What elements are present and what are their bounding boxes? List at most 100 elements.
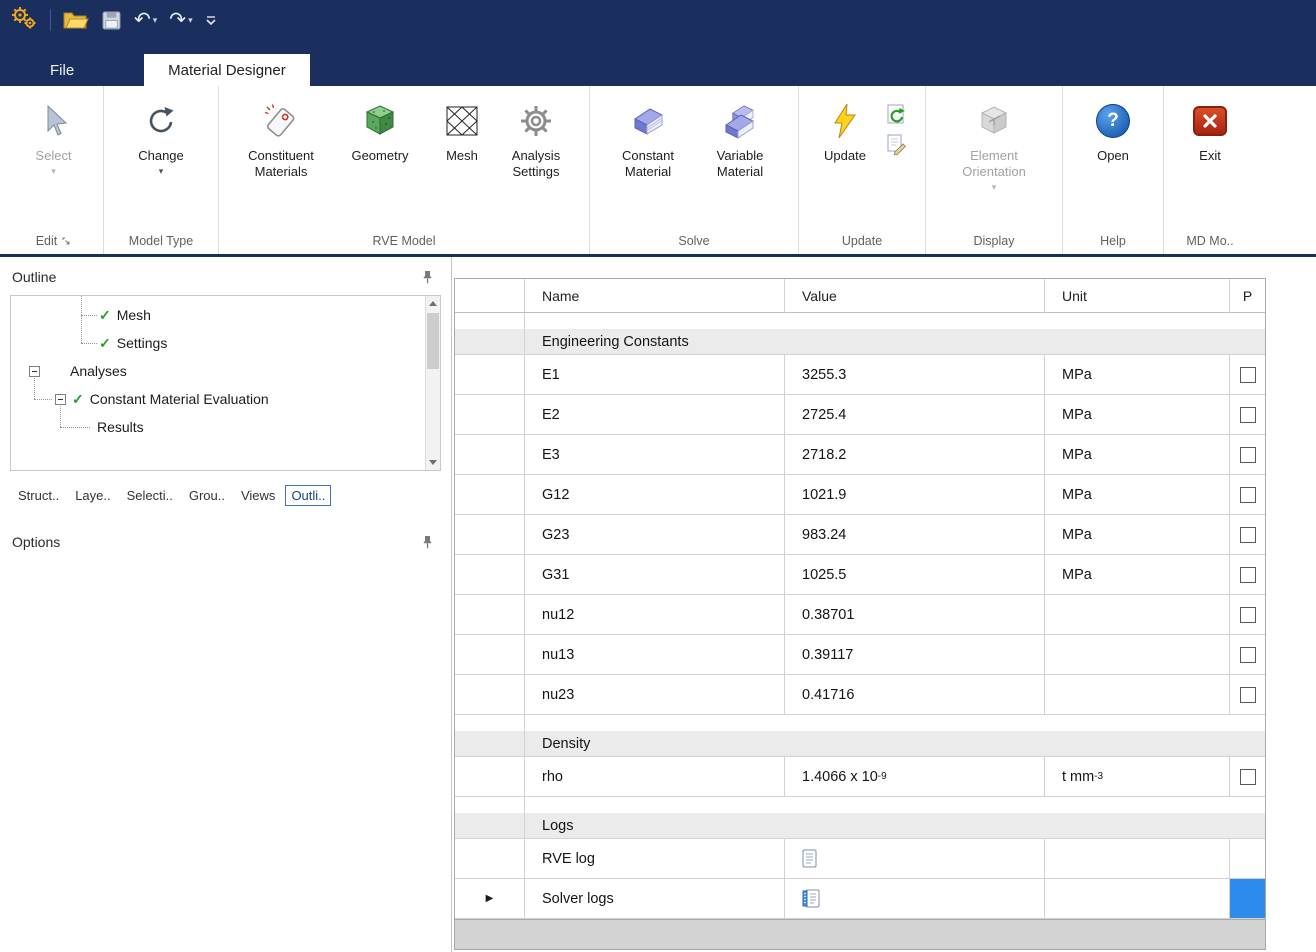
cell-value[interactable]: 0.41716 [785,675,1045,715]
undo-dropdown-caret-icon[interactable]: ▾ [153,15,158,26]
pin-icon[interactable] [422,535,433,549]
parameter-checkbox[interactable] [1240,567,1256,583]
tree-item-settings[interactable]: ✓ Settings [99,330,167,356]
parameter-checkbox[interactable] [1240,487,1256,503]
redo-dropdown-caret-icon[interactable]: ▾ [188,15,193,26]
cell-value[interactable]: 0.39117 [785,635,1045,675]
constituent-materials-button[interactable]: Constituent Materials [231,86,331,180]
mesh-button[interactable]: Mesh [429,86,495,164]
undo-button[interactable]: ↶ ▾ [134,10,157,30]
cell-unit[interactable] [1045,635,1230,675]
cell-value[interactable]: 0.38701 [785,595,1045,635]
parameter-checkbox[interactable] [1240,769,1256,785]
row-selector-cell-active[interactable]: ▶ [455,879,525,919]
cell-unit[interactable]: MPa [1045,555,1230,595]
tree-expander-minus-icon[interactable] [29,366,40,377]
row-selector-cell[interactable] [455,595,525,635]
edit-page-button[interactable] [884,132,908,156]
redo-button[interactable]: ↷ ▾ [169,10,192,30]
cell-value[interactable]: 2718.2 [785,435,1045,475]
parameter-checkbox[interactable] [1240,447,1256,463]
cell-value[interactable] [785,879,1045,919]
row-selector-cell[interactable] [455,839,525,879]
refresh-geometry-button[interactable] [884,102,908,126]
cell-name[interactable]: E2 [525,395,785,435]
parameter-checkbox[interactable] [1240,527,1256,543]
panel-tab-selection[interactable]: Selecti.. [121,485,179,506]
pin-icon[interactable] [422,270,433,284]
parameter-checkbox[interactable] [1240,647,1256,663]
tree-item-results[interactable]: Results [97,414,144,440]
cell-unit[interactable] [1045,839,1230,879]
scroll-up-button[interactable] [426,296,440,311]
tree-item-analyses[interactable]: Analyses [29,358,127,384]
cell-name[interactable]: Solver logs [525,879,785,919]
row-selector-cell[interactable] [455,675,525,715]
tab-file[interactable]: File [28,54,96,86]
scroll-down-button[interactable] [426,455,440,470]
cell-value[interactable] [785,839,1045,879]
dialog-launcher-icon[interactable] [62,237,71,246]
cell-unit[interactable] [1045,595,1230,635]
row-selector-cell[interactable] [455,515,525,555]
analysis-settings-button[interactable]: Analysis Settings [495,86,577,180]
exit-button[interactable]: Exit [1176,86,1244,164]
help-open-button[interactable]: ? Open [1075,86,1151,164]
element-orientation-button[interactable]: Element Orientation ▾ [938,86,1050,193]
panel-tab-views[interactable]: Views [235,485,281,506]
tree-item-mesh[interactable]: ✓ Mesh [99,302,151,328]
cell-unit[interactable]: MPa [1045,435,1230,475]
parameter-checkbox[interactable] [1240,607,1256,623]
cell-unit[interactable]: MPa [1045,515,1230,555]
cell-name[interactable]: nu23 [525,675,785,715]
cell-unit[interactable]: t mm-3 [1045,757,1230,797]
cell-value[interactable]: 2725.4 [785,395,1045,435]
cell-name[interactable]: RVE log [525,839,785,879]
parameter-checkbox[interactable] [1240,687,1256,703]
cell-name[interactable]: G23 [525,515,785,555]
tab-material-designer[interactable]: Material Designer [144,54,310,86]
cell-unit[interactable] [1045,675,1230,715]
cell-name[interactable]: rho [525,757,785,797]
cell-unit[interactable]: MPa [1045,355,1230,395]
cell-value[interactable]: 1021.9 [785,475,1045,515]
customize-toolbar-button[interactable] [205,16,217,25]
cell-name[interactable]: E1 [525,355,785,395]
panel-tab-groups[interactable]: Grou.. [183,485,231,506]
row-selector-cell[interactable] [455,555,525,595]
row-selector-cell[interactable] [455,435,525,475]
panel-tab-outline[interactable]: Outli.. [285,485,331,506]
cell-name[interactable]: E3 [525,435,785,475]
save-button[interactable] [101,10,122,31]
update-button[interactable]: Update [811,86,879,164]
scrollbar-thumb[interactable] [427,313,439,369]
row-selector-cell[interactable] [455,475,525,515]
cell-name[interactable]: G31 [525,555,785,595]
tree-expander-minus-icon[interactable] [55,394,66,405]
parameter-checkbox[interactable] [1240,407,1256,423]
cell-name[interactable]: nu12 [525,595,785,635]
parameter-checkbox[interactable] [1240,367,1256,383]
row-selector-cell[interactable] [455,635,525,675]
cell-value[interactable]: 1.4066 x 10-9 [785,757,1045,797]
constant-material-button[interactable]: Constant Material [602,86,694,180]
cell-unit[interactable]: MPa [1045,475,1230,515]
cell-name[interactable]: nu13 [525,635,785,675]
cell-value[interactable]: 983.24 [785,515,1045,555]
cell-value[interactable]: 1025.5 [785,555,1045,595]
panel-tab-layers[interactable]: Laye.. [69,485,116,506]
cell-p-selected[interactable] [1230,879,1265,919]
select-button[interactable]: Select ▾ [16,86,91,177]
row-selector-cell[interactable] [455,395,525,435]
cell-unit[interactable] [1045,879,1230,919]
cell-name[interactable]: G12 [525,475,785,515]
row-selector-cell[interactable] [455,757,525,797]
cell-value[interactable]: 3255.3 [785,355,1045,395]
change-button[interactable]: Change ▾ [116,86,206,177]
open-file-button[interactable] [63,10,89,30]
tree-item-constant-material-evaluation[interactable]: ✓ Constant Material Evaluation [55,386,269,412]
cell-unit[interactable]: MPa [1045,395,1230,435]
geometry-button[interactable]: Geometry [331,86,429,164]
panel-tab-structure[interactable]: Struct.. [12,485,65,506]
row-selector-cell[interactable] [455,355,525,395]
